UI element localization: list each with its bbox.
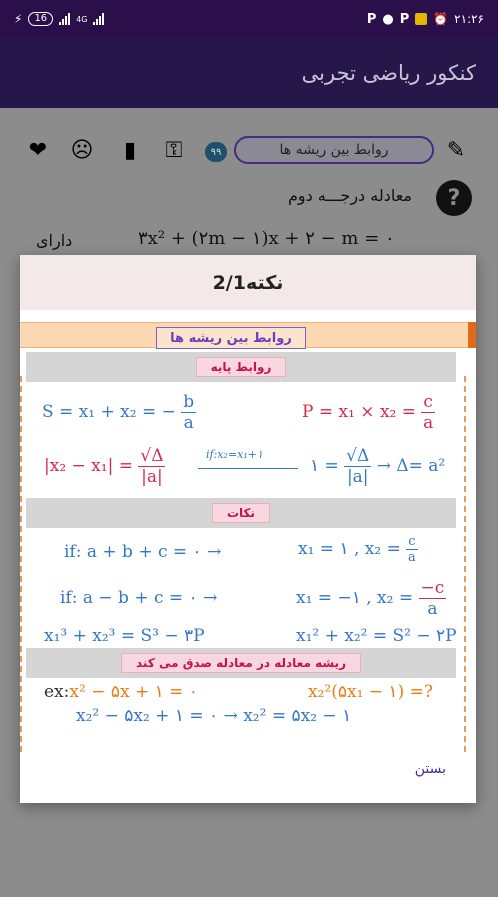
question-label: معادله درجـــه دوم [287, 186, 412, 205]
right-border [464, 376, 466, 752]
count-badge: ۹۹ [205, 142, 227, 162]
status-right: P ● P ⏰ ۲۱:۲۶ [367, 12, 484, 27]
favorite-add-icon[interactable]: ❤ [22, 134, 54, 166]
alarm-icon: ⏰ [433, 12, 449, 26]
scroll-thumb[interactable] [468, 322, 476, 348]
app-p-icon: P [366, 11, 377, 27]
clock: ۲۱:۲۶ [454, 12, 484, 26]
formula-difference: |x₂ − x₁| = √Δ |a| [44, 446, 166, 487]
app-title: کنکور ریاضی تجربی [301, 61, 476, 85]
key-icon[interactable]: ⚿ [158, 134, 190, 166]
formula-delta: ۱ = √Δ |a| → Δ= a² [310, 446, 446, 487]
app-p-icon-2: P [399, 11, 410, 27]
formula-if-diff-result: x₁ = −۱ , x₂ = −c a [296, 578, 447, 619]
left-border [20, 376, 22, 752]
signal-icon [59, 13, 71, 25]
level-icon[interactable]: ▮ [114, 134, 146, 166]
charging-icon: ⚡ [14, 12, 23, 26]
topic-pill[interactable]: روابط بین ریشه ها [234, 136, 434, 164]
example-question: x₂²(۵x₁ − ۱) =? [308, 682, 433, 702]
dialog-title: نکته2/1 [20, 255, 476, 310]
formula-cube: x₁³ + x₂³ = S³ − ۳P [44, 626, 205, 646]
formula-if-sum: if: a + b + c = ۰ → [64, 542, 222, 562]
note-title: روابط بین ریشه ها [156, 327, 306, 349]
formula-if-sum-result: x₁ = ۱ , x₂ = ca [298, 534, 418, 565]
formula-sum: S = x₁ + x₂ = − ba [42, 392, 197, 433]
network-label: 4G [76, 14, 88, 24]
battery-icon: 16 [28, 12, 54, 26]
notification-icon [415, 13, 428, 25]
condition-arrow [198, 468, 298, 469]
close-button[interactable]: بستن [415, 761, 446, 777]
formula-product: P = x₁ × x₂ = ca [302, 392, 435, 433]
condition-label: if:x₂=x₁+۱ [206, 448, 263, 461]
emoji-icon[interactable]: ☹ [66, 134, 98, 166]
status-bar: ⚡ 16 4G P ● P ⏰ ۲۱:۲۶ [0, 0, 498, 38]
section-roots: ریشه معادله در معادله صدق می کند [26, 648, 456, 678]
section-basic: روابط پایه [26, 352, 456, 382]
formula-square: x₁² + x₂² = S² − ۲P [296, 626, 457, 646]
pen-icon[interactable]: ✎ [440, 134, 472, 166]
app-bar: کنکور ریاضی تجربی [0, 38, 498, 108]
formula-if-diff: if: a − b + c = ۰ → [60, 588, 218, 608]
section-notes: نکات [26, 498, 456, 528]
question-having: دارای [36, 231, 73, 250]
example-equation: ex:x² − ۵x + ۱ = ۰ [44, 682, 198, 702]
question-icon: ? [436, 180, 472, 216]
example-substitution: x₂² − ۵x₂ + ۱ = ۰ → x₂² = ۵x₂ − ۱ [76, 706, 352, 726]
note-header-strip: روابط بین ریشه ها [20, 322, 468, 349]
note-image: روابط بین ریشه ها روابط پایه S = x₁ + x₂… [20, 310, 476, 752]
toolbar: ❤ ☹ ▮ ⚿ ۹۹ روابط بین ریشه ها ✎ [0, 128, 498, 172]
status-left: ⚡ 16 4G [14, 12, 105, 26]
bag-icon: ● [382, 11, 394, 27]
question-equation: ۳x² + (۲m − ۱)x + ۲ − m = ۰ [138, 228, 395, 249]
signal-icon-2 [93, 13, 105, 25]
note-dialog: نکته2/1 روابط بین ریشه ها روابط پایه S =… [20, 255, 476, 803]
